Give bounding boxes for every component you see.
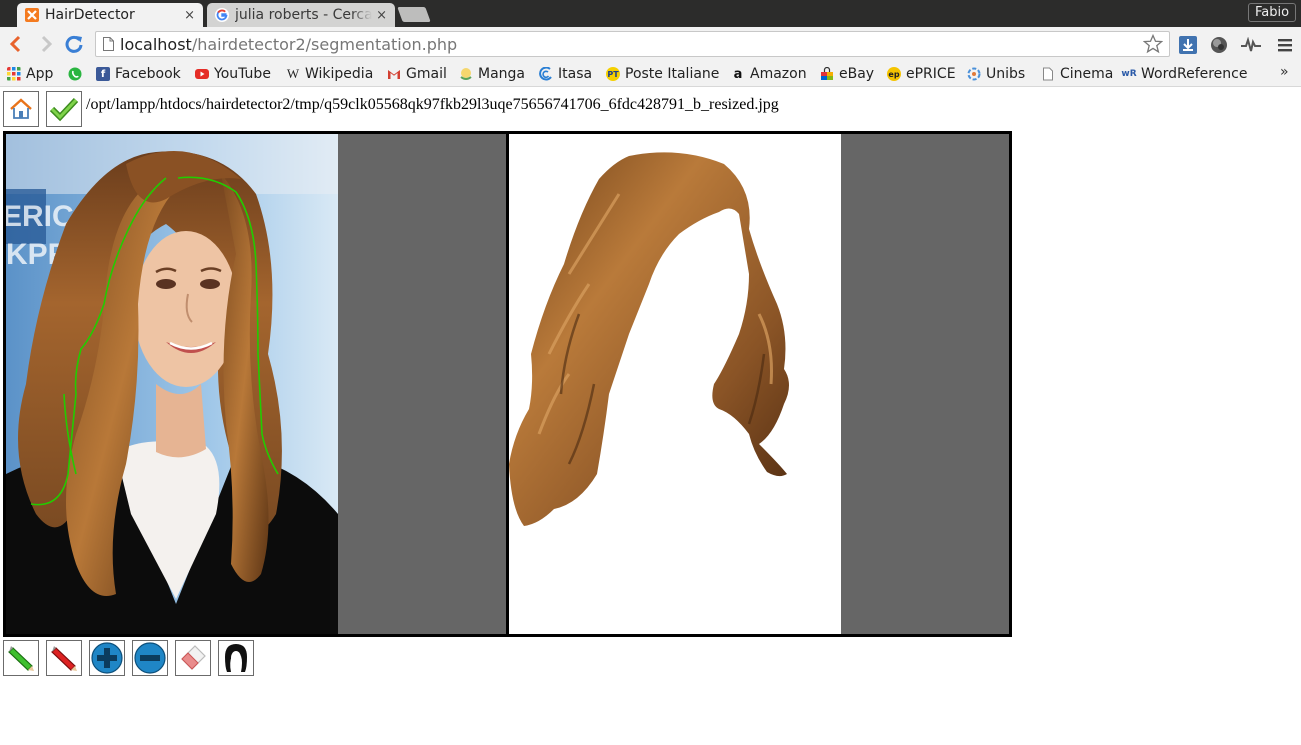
bookmark-app[interactable]: App — [7, 65, 53, 83]
bookmark-eprice[interactable]: ep ePRICE — [887, 65, 956, 83]
source-image-canvas[interactable]: ERICA KPR — [6, 134, 338, 634]
eraser-icon — [181, 645, 206, 670]
bookmark-label: Gmail — [406, 66, 447, 82]
home-button[interactable] — [3, 91, 39, 127]
menu-button[interactable] — [1275, 35, 1295, 55]
gmail-icon — [388, 70, 400, 79]
bookmark-whatsapp[interactable] — [68, 65, 87, 83]
page-icon — [103, 37, 114, 51]
poste-icon: PT — [606, 67, 620, 81]
forward-button[interactable] — [34, 32, 58, 56]
zoom-in-button[interactable] — [89, 640, 125, 676]
confirm-button[interactable] — [46, 91, 82, 127]
url-host: localhost — [120, 34, 192, 54]
eprice-icon: ep — [887, 67, 901, 81]
hair-silhouette-icon — [225, 644, 247, 672]
zoom-in-icon — [91, 642, 123, 674]
profile-button[interactable]: Fabio — [1248, 3, 1296, 22]
bookmark-itasa[interactable]: Itasa — [539, 65, 592, 83]
page-icon — [1043, 67, 1053, 81]
manga-icon — [460, 68, 472, 80]
new-tab-button[interactable] — [397, 7, 431, 22]
hamburger-menu-icon — [1278, 39, 1292, 52]
bookmark-youtube[interactable]: YouTube — [195, 65, 271, 83]
facebook-icon: f — [96, 67, 110, 81]
ebay-icon — [821, 67, 833, 80]
bookmark-label: Amazon — [750, 66, 807, 82]
bookmark-manga[interactable]: Manga — [459, 65, 525, 83]
green-pencil-icon — [8, 646, 34, 671]
zoom-out-button[interactable] — [132, 640, 168, 676]
tab-title: julia roberts - Cerca con Google — [235, 7, 373, 23]
youtube-icon — [195, 69, 209, 79]
xampp-icon — [25, 8, 39, 22]
globe-extension-button[interactable] — [1209, 35, 1229, 55]
bookmark-label: App — [26, 66, 54, 82]
whatsapp-icon — [68, 67, 82, 81]
segmentation-result-canvas — [509, 134, 841, 634]
download-extension-button[interactable] — [1178, 35, 1198, 55]
home-icon — [10, 98, 32, 119]
reload-icon — [65, 35, 83, 53]
bookmark-ebay[interactable]: eBay — [820, 65, 874, 83]
close-tab-icon[interactable]: × — [184, 8, 195, 23]
segmentation-workarea: ERICA KPR — [3, 131, 1012, 637]
download-icon — [1179, 36, 1197, 54]
bookmark-label: Wikipedia — [305, 66, 374, 82]
itasa-icon — [539, 67, 552, 81]
bookmark-label: WordReference — [1141, 66, 1248, 82]
bookmarks-bar: App f Facebook YouTube W Wikipedia Gmail… — [0, 62, 1301, 87]
browser-toolbar: localhost/hairdetector2/segmentation.php — [0, 27, 1301, 62]
bookmark-label: Unibs — [986, 66, 1026, 82]
amazon-icon: a — [733, 66, 743, 82]
forward-arrow-icon — [41, 35, 53, 53]
bookmark-label: YouTube — [214, 66, 271, 82]
wikipedia-icon: W — [286, 66, 300, 81]
back-arrow-icon — [9, 35, 21, 53]
bookmark-label: Facebook — [115, 66, 181, 82]
bookmark-wordreference[interactable]: wR WordReference — [1121, 65, 1248, 83]
bookmark-label: Itasa — [558, 66, 593, 82]
globe-icon — [1211, 37, 1227, 53]
tab-hairdetector[interactable]: HairDetector × — [17, 3, 203, 27]
tab-google-search[interactable]: julia roberts - Cerca con Google × — [207, 3, 395, 27]
foreground-pencil-button[interactable] — [3, 640, 39, 676]
background-pencil-button[interactable] — [46, 640, 82, 676]
bookmark-facebook[interactable]: f Facebook — [96, 65, 181, 83]
wordreference-icon: wR — [1121, 69, 1137, 79]
bookmark-gmail[interactable]: Gmail — [387, 65, 447, 83]
red-pencil-icon — [51, 646, 77, 671]
tab-title: HairDetector — [45, 7, 135, 23]
bookmark-wikipedia[interactable]: W Wikipedia — [286, 65, 373, 83]
bookmark-label: eBay — [839, 66, 875, 82]
reload-button[interactable] — [62, 32, 86, 56]
close-tab-icon[interactable]: × — [376, 8, 387, 23]
image-file-path: /opt/lampp/htdocs/hairdetector2/tmp/q59c… — [86, 96, 779, 113]
back-button[interactable] — [4, 32, 28, 56]
tab-strip: HairDetector × julia roberts - Cerca con… — [0, 0, 1301, 27]
confirm-check-icon — [49, 97, 79, 122]
eraser-button[interactable] — [175, 640, 211, 676]
bookmark-label: Cinema — [1060, 66, 1114, 82]
bookmark-unibs[interactable]: Unibs — [967, 65, 1025, 83]
bookmark-label: Manga — [478, 66, 525, 82]
hair-mask-button[interactable] — [218, 640, 254, 676]
bookmark-star-icon[interactable] — [1143, 34, 1163, 54]
bookmark-poste-italiane[interactable]: PT Poste Italiane — [606, 65, 719, 83]
unibs-icon — [967, 67, 981, 81]
bookmark-label: Poste Italiane — [625, 66, 720, 82]
bookmarks-overflow-button[interactable]: » — [1280, 64, 1289, 80]
google-icon — [215, 8, 229, 22]
url-path: /hairdetector2/segmentation.php — [191, 34, 458, 54]
apps-grid-icon — [7, 67, 21, 81]
pulse-icon — [1241, 37, 1261, 52]
bookmark-cinema[interactable]: Cinema — [1041, 65, 1113, 83]
address-bar[interactable]: localhost/hairdetector2/segmentation.php — [95, 31, 1170, 57]
zoom-out-icon — [134, 642, 166, 674]
bookmark-amazon[interactable]: a Amazon — [731, 65, 807, 83]
bookmark-label: ePRICE — [906, 66, 956, 82]
pulse-extension-button[interactable] — [1241, 35, 1261, 55]
